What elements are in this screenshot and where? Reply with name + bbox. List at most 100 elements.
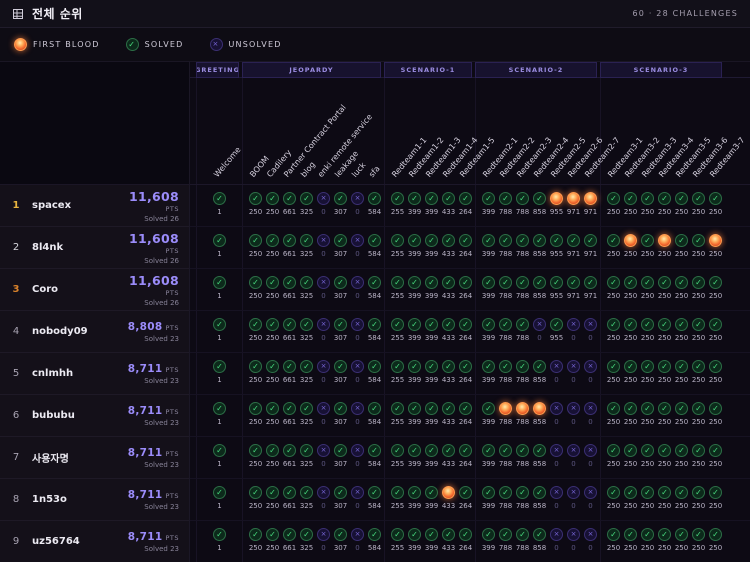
cell-value: 264 — [459, 376, 472, 384]
grid-menu-icon[interactable] — [12, 8, 24, 20]
challenge-cell: ✓250 — [605, 437, 622, 478]
team-pane: 1spacex11,608PTSSolved 2628l4nk11,608PTS… — [0, 62, 190, 562]
score-group-greeting: ✓1 — [196, 395, 242, 436]
solved-icon: ✓ — [249, 402, 262, 415]
cell-value: 788 — [499, 376, 512, 384]
cell-value: 0 — [355, 250, 359, 258]
cell-value: 250 — [266, 544, 279, 552]
solved-icon: ✓ — [459, 360, 472, 373]
team-score-block: 8,808PTSSolved 23 — [128, 321, 179, 343]
score-group-scenario-3: ✓250250✓250250✓250✓250250 — [600, 227, 725, 268]
challenge-cell: 971 — [582, 185, 599, 226]
team-row[interactable]: 3Coro11,608PTSSolved 26 — [0, 269, 189, 311]
challenge-cell: ×0 — [565, 521, 582, 562]
challenge-cell: ✓250 — [656, 479, 673, 520]
category-label: SCENARIO-2 — [475, 62, 597, 78]
team-rank: 3 — [6, 284, 26, 295]
unsolved-icon: × — [317, 192, 330, 205]
challenge-cell: ✓788 — [497, 521, 514, 562]
solved-icon: ✓ — [249, 486, 262, 499]
solved-icon: ✓ — [283, 528, 296, 541]
challenge-cell: ✓399 — [480, 227, 497, 268]
challenge-cell: ✓584 — [366, 269, 383, 310]
cell-value: 250 — [249, 376, 262, 384]
challenge-cell: ✓255 — [389, 521, 406, 562]
solved-icon: ✓ — [516, 234, 529, 247]
challenge-cell: 788 — [497, 395, 514, 436]
challenge-cell: ✓433 — [440, 437, 457, 478]
challenge-cell: ✓788 — [514, 269, 531, 310]
challenge-cell: ×0 — [548, 395, 565, 436]
cell-value: 264 — [459, 334, 472, 342]
team-row[interactable]: 28l4nk11,608PTSSolved 26 — [0, 227, 189, 269]
solved-icon: ✓ — [368, 528, 381, 541]
team-row[interactable]: 81n53o8,711PTSSolved 23 — [0, 479, 189, 521]
solved-icon: ✓ — [283, 444, 296, 457]
cell-value: 325 — [300, 250, 313, 258]
cell-value: 250 — [709, 334, 722, 342]
solved-icon: ✓ — [408, 192, 421, 205]
team-points: 8,711 — [128, 405, 163, 417]
challenge-cell: ✓788 — [514, 227, 531, 268]
team-row[interactable]: 4nobody098,808PTSSolved 23 — [0, 311, 189, 353]
solved-icon: ✓ — [300, 486, 313, 499]
challenge-cell: ✓264 — [457, 479, 474, 520]
unsolved-icon: × — [317, 402, 330, 415]
team-row[interactable]: 9uz567648,711PTSSolved 23 — [0, 521, 189, 562]
cell-value: 255 — [391, 376, 404, 384]
cell-value: 0 — [571, 334, 575, 342]
team-points: 8,711 — [128, 531, 163, 543]
cell-value: 0 — [588, 544, 592, 552]
cell-value: 264 — [459, 460, 472, 468]
solved-icon: ✓ — [425, 318, 438, 331]
solved-icon: ✓ — [624, 360, 637, 373]
challenge-cell: ✓971 — [565, 227, 582, 268]
cell-value: 399 — [482, 208, 495, 216]
solved-icon: ✓ — [213, 528, 226, 541]
solved-icon: ✓ — [499, 276, 512, 289]
solved-icon: ✓ — [213, 360, 226, 373]
cell-value: 399 — [425, 376, 438, 384]
cell-value: 1 — [217, 376, 221, 384]
team-rank: 1 — [6, 200, 26, 211]
solved-icon: ✓ — [607, 486, 620, 499]
team-row[interactable]: 1spacex11,608PTSSolved 26 — [0, 185, 189, 227]
solved-icon: ✓ — [607, 528, 620, 541]
team-row[interactable]: 6bububu8,711PTSSolved 23 — [0, 395, 189, 437]
category-header-scenario-3: SCENARIO-3 — [600, 62, 725, 78]
challenge-cell: ✓858 — [531, 437, 548, 478]
solved-icon: ✓ — [499, 318, 512, 331]
cell-value: 584 — [368, 376, 381, 384]
challenge-cell: ✓250 — [622, 269, 639, 310]
challenge-cell: ✓264 — [457, 311, 474, 352]
cell-value: 250 — [692, 292, 705, 300]
cell-value: 255 — [391, 418, 404, 426]
score-group-scenario-1: ✓255✓399✓399✓433✓264 — [384, 311, 475, 352]
cell-value: 0 — [554, 418, 558, 426]
cell-value: 250 — [658, 418, 671, 426]
unsolved-icon: × — [567, 360, 580, 373]
solved-icon: ✓ — [567, 234, 580, 247]
team-row[interactable]: 7사용자명8,711PTSSolved 23 — [0, 437, 189, 479]
solved-icon: ✓ — [249, 360, 262, 373]
solved-icon: ✓ — [213, 486, 226, 499]
team-rank: 9 — [6, 536, 26, 547]
challenge-cell: ✓399 — [480, 269, 497, 310]
cell-value: 584 — [368, 250, 381, 258]
unsolved-icon: × — [567, 318, 580, 331]
cell-value: 1 — [217, 418, 221, 426]
solved-icon: ✓ — [425, 192, 438, 205]
score-group-greeting: ✓1 — [196, 437, 242, 478]
team-row[interactable]: 5cnlmhh8,711PTSSolved 23 — [0, 353, 189, 395]
solved-icon: ✓ — [482, 486, 495, 499]
cell-value: 433 — [442, 418, 455, 426]
challenge-cell: ✓250 — [656, 311, 673, 352]
cell-value: 250 — [607, 208, 620, 216]
unsolved-icon: × — [317, 276, 330, 289]
cell-value: 250 — [658, 292, 671, 300]
challenge-cell: ✓250 — [622, 479, 639, 520]
challenge-cell: ✓399 — [480, 395, 497, 436]
cell-value: 250 — [249, 292, 262, 300]
challenge-cell: ✓307 — [332, 269, 349, 310]
cell-value: 250 — [249, 250, 262, 258]
